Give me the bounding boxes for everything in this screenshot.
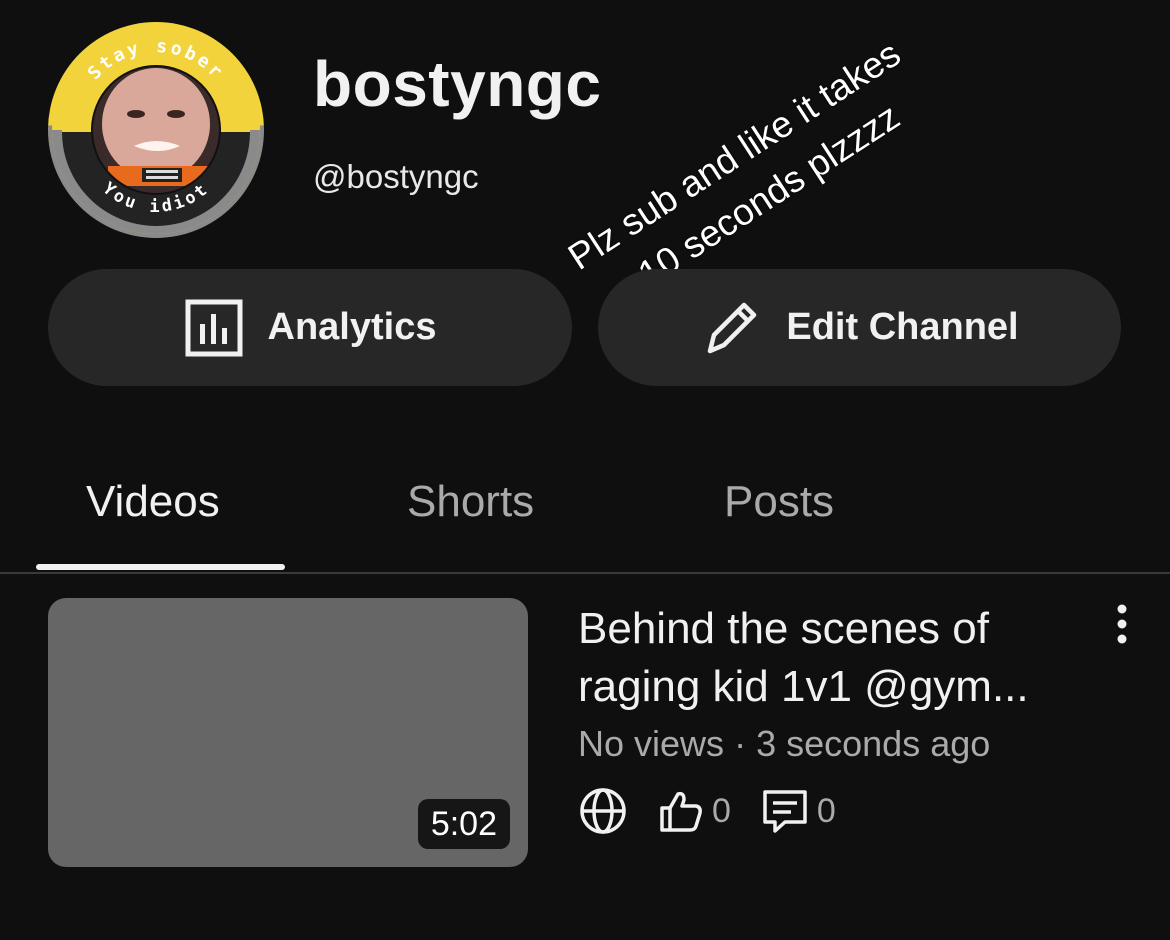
video-stats: 0 0 [578,786,864,836]
video-age: 3 seconds ago [756,723,991,764]
meta-separator: · [734,723,747,764]
channel-tabs: Videos Shorts Posts [0,450,1170,574]
comment-icon[interactable] [759,786,811,836]
comment-count: 0 [816,792,836,830]
more-vertical-icon [1115,603,1129,650]
edit-channel-button[interactable]: Edit Channel [598,269,1121,386]
thumbs-up-icon[interactable] [656,786,706,836]
like-count: 0 [712,792,731,830]
channel-avatar[interactable]: Stay sober You idiot [48,22,264,238]
tab-shorts[interactable]: Shorts [407,480,534,524]
analytics-button[interactable]: Analytics [48,269,572,386]
video-meta: No views · 3 seconds ago [578,724,990,764]
video-views: No views [578,723,725,764]
video-title[interactable]: Behind the scenes of raging kid 1v1 @gym… [578,600,1078,716]
active-tab-indicator [36,564,285,570]
video-thumbnail[interactable]: 5:02 [48,598,528,867]
tab-posts[interactable]: Posts [724,480,834,524]
edit-channel-label: Edit Channel [786,306,1019,348]
tab-videos[interactable]: Videos [86,480,220,524]
avatar-image: Stay sober You idiot [52,26,260,234]
analytics-icon [184,298,244,358]
video-duration: 5:02 [417,799,510,849]
channel-handle: @bostyngc [313,158,479,195]
analytics-label: Analytics [267,306,437,348]
globe-icon [578,786,628,836]
overlay-caption: Plz sub and like it takes 10 seconds plz… [540,33,980,295]
pencil-icon [700,297,762,359]
more-options-button[interactable] [1104,604,1140,648]
